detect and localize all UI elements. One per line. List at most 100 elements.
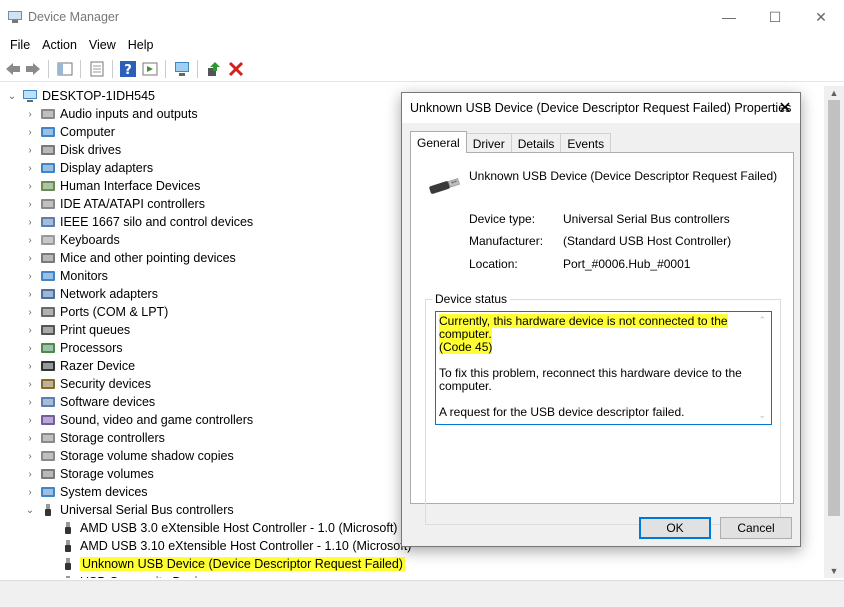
tree-category[interactable]: › Human Interface Devices <box>24 177 200 195</box>
tree-category[interactable]: › Monitors <box>24 267 108 285</box>
expand-chevron-icon[interactable]: › <box>24 105 36 123</box>
tree-category[interactable]: › Display adapters <box>24 159 153 177</box>
device-category-icon <box>41 271 55 281</box>
tab-details[interactable]: Details <box>510 133 562 153</box>
tab-general[interactable]: General <box>410 131 467 153</box>
tree-category[interactable]: › Keyboards <box>24 231 119 249</box>
close-button[interactable]: ✕ <box>798 0 844 34</box>
tree-category[interactable]: › Disk drives <box>24 141 121 159</box>
properties-sheet-icon[interactable] <box>88 60 106 78</box>
expand-chevron-icon[interactable]: › <box>24 159 36 177</box>
expand-chevron-icon[interactable]: › <box>24 123 36 141</box>
ok-button[interactable]: OK <box>639 517 711 539</box>
tree-category[interactable]: › Mice and other pointing devices <box>24 249 235 267</box>
tree-category[interactable]: › Storage volumes <box>24 465 154 483</box>
tree-category[interactable]: › Audio inputs and outputs <box>24 105 197 123</box>
tree-device[interactable]: AMD USB 3.0 eXtensible Host Controller -… <box>56 519 397 537</box>
tree-category[interactable]: › Security devices <box>24 375 151 393</box>
show-hide-tree-icon[interactable] <box>56 60 74 78</box>
device-type-label: Device type: <box>469 212 536 226</box>
menu-view[interactable]: View <box>83 38 122 52</box>
tree-root[interactable]: ⌄ DESKTOP-1IDH545 <box>6 87 155 105</box>
computer-icon <box>23 90 37 102</box>
back-arrow-icon[interactable] <box>4 60 22 78</box>
cancel-button[interactable]: Cancel <box>720 517 792 539</box>
menu-action[interactable]: Action <box>36 38 83 52</box>
expand-chevron-icon[interactable]: › <box>24 195 36 213</box>
device-status-title: Device status <box>432 292 511 306</box>
tree-category[interactable]: ⌄ Universal Serial Bus controllers <box>24 501 234 519</box>
expand-chevron-icon[interactable]: › <box>24 141 36 159</box>
tree-category[interactable]: › Storage controllers <box>24 429 165 447</box>
menu-help[interactable]: Help <box>122 38 160 52</box>
tree-device-label: AMD USB 3.0 eXtensible Host Controller -… <box>80 521 398 535</box>
expand-chevron-icon[interactable]: › <box>24 483 36 501</box>
scrollbar-thumb[interactable] <box>828 100 840 516</box>
device-status-textbox[interactable]: Currently, this hardware device is not c… <box>435 311 772 425</box>
collapse-chevron-icon[interactable]: ⌄ <box>24 501 36 519</box>
uninstall-device-icon[interactable] <box>227 60 245 78</box>
usb-device-icon <box>429 178 460 194</box>
tree-category-label: Ports (COM & LPT) <box>60 305 169 319</box>
expand-chevron-icon[interactable]: › <box>24 411 36 429</box>
maximize-button[interactable]: ☐ <box>752 0 798 34</box>
dialog-title: Unknown USB Device (Device Descriptor Re… <box>410 101 792 115</box>
device-manager-icon <box>8 11 22 23</box>
tree-category[interactable]: › Sound, video and game controllers <box>24 411 253 429</box>
tree-category[interactable]: › Processors <box>24 339 122 357</box>
expand-chevron-icon[interactable]: › <box>24 375 36 393</box>
expand-chevron-icon[interactable]: › <box>24 357 36 375</box>
tree-category[interactable]: › IEEE 1667 silo and control devices <box>24 213 253 231</box>
expand-chevron-icon[interactable]: › <box>24 285 36 303</box>
expand-chevron-icon[interactable]: › <box>24 231 36 249</box>
device-category-icon <box>41 361 55 371</box>
tree-category[interactable]: › IDE ATA/ATAPI controllers <box>24 195 205 213</box>
help-icon[interactable]: ? <box>119 60 137 78</box>
device-category-icon <box>41 307 55 317</box>
scroll-down-icon[interactable]: ▼ <box>824 564 844 578</box>
expand-chevron-icon[interactable]: › <box>24 339 36 357</box>
scroll-up-icon[interactable]: ▲ <box>824 86 844 100</box>
expand-chevron-icon[interactable]: › <box>24 213 36 231</box>
tree-category-label: Display adapters <box>60 161 154 175</box>
minimize-button[interactable]: — <box>706 0 752 34</box>
expand-chevron-icon[interactable]: › <box>24 321 36 339</box>
vertical-scrollbar[interactable]: ▲ ▼ <box>824 86 844 578</box>
menu-file[interactable]: File <box>4 38 36 52</box>
expand-chevron-icon[interactable]: › <box>24 465 36 483</box>
monitor-scan-icon[interactable] <box>173 60 191 78</box>
tree-category[interactable]: › Razer Device <box>24 357 135 375</box>
expand-chevron-icon[interactable]: › <box>24 429 36 447</box>
action-pane-icon[interactable] <box>141 60 159 78</box>
tree-category[interactable]: › Ports (COM & LPT) <box>24 303 168 321</box>
expand-chevron-icon[interactable]: › <box>24 177 36 195</box>
expand-chevron-icon[interactable]: › <box>24 393 36 411</box>
tree-category[interactable]: › Network adapters <box>24 285 158 303</box>
textbox-scroll-up-icon[interactable]: ⌃ <box>758 314 766 327</box>
expand-chevron-icon[interactable]: › <box>24 303 36 321</box>
tree-device[interactable]: AMD USB 3.10 eXtensible Host Controller … <box>56 537 411 555</box>
expand-chevron-icon[interactable]: › <box>24 249 36 267</box>
forward-arrow-icon[interactable] <box>24 60 42 78</box>
tree-category-label: Print queues <box>60 323 131 337</box>
device-category-icon <box>41 127 55 137</box>
tree-device[interactable]: USB Composite Device <box>56 573 211 578</box>
tree-category[interactable]: › Print queues <box>24 321 130 339</box>
tree-category[interactable]: › Computer <box>24 123 115 141</box>
tree-category[interactable]: › System devices <box>24 483 147 501</box>
expand-chevron-icon[interactable]: › <box>24 447 36 465</box>
update-driver-icon[interactable] <box>205 60 223 78</box>
device-category-icon <box>41 325 55 335</box>
tree-device-unknown-usb[interactable]: Unknown USB Device (Device Descriptor Re… <box>56 555 405 573</box>
tab-driver[interactable]: Driver <box>465 133 512 153</box>
dialog-close-button[interactable]: ✕ <box>770 93 800 123</box>
textbox-scroll-down-icon[interactable]: ⌄ <box>758 409 766 422</box>
tab-events[interactable]: Events <box>560 133 612 153</box>
tree-category-label: Software devices <box>60 395 156 409</box>
tree-category[interactable]: › Software devices <box>24 393 155 411</box>
expand-chevron-icon[interactable]: › <box>24 267 36 285</box>
tree-category-label: Storage volumes <box>60 467 154 481</box>
tree-category[interactable]: › Storage volume shadow copies <box>24 447 233 465</box>
tree-category-label: Monitors <box>60 269 108 283</box>
collapse-chevron-icon[interactable]: ⌄ <box>6 87 18 105</box>
